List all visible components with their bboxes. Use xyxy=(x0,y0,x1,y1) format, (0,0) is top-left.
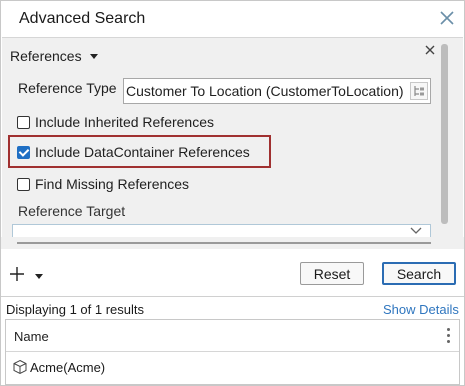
grid-header: Name xyxy=(6,320,459,352)
table-row[interactable]: Acme (Acme) xyxy=(6,356,459,378)
include-datacontainer-label: Include DataContainer References xyxy=(35,144,250,160)
row-name: Acme xyxy=(30,359,64,375)
include-inherited-option[interactable]: Include Inherited References xyxy=(17,114,214,130)
close-icon[interactable] xyxy=(422,43,438,59)
references-section-toggle[interactable]: References xyxy=(10,48,98,64)
advanced-search-dialog: Advanced Search References Reference Typ… xyxy=(0,0,465,386)
results-grid: Name Acme (Acme) xyxy=(5,319,460,385)
title-bar: Advanced Search xyxy=(1,1,464,37)
horizontal-scrollbar[interactable] xyxy=(17,242,431,244)
search-button[interactable]: Search xyxy=(382,262,456,285)
reset-button[interactable]: Reset xyxy=(300,262,364,285)
reference-type-value: Customer To Location (CustomerToLocation… xyxy=(126,83,404,99)
include-datacontainer-option[interactable]: Include DataContainer References xyxy=(17,144,250,160)
column-menu-icon[interactable] xyxy=(447,328,451,344)
include-inherited-checkbox[interactable] xyxy=(17,115,30,129)
row-detail: (Acme) xyxy=(63,359,106,375)
include-inherited-label: Include Inherited References xyxy=(35,114,214,130)
reference-type-field[interactable]: Customer To Location (CustomerToLocation… xyxy=(123,78,431,104)
caret-down-icon xyxy=(89,53,98,59)
add-menu-caret-icon[interactable] xyxy=(35,274,43,279)
find-missing-option[interactable]: Find Missing References xyxy=(17,176,189,192)
close-icon[interactable] xyxy=(437,9,457,29)
results-summary: Displaying 1 of 1 results xyxy=(6,302,145,317)
references-panel: References Reference Type Customer To Lo… xyxy=(2,37,463,249)
tree-picker-icon[interactable] xyxy=(410,82,428,100)
reference-type-label: Reference Type xyxy=(18,80,117,96)
reference-target-label: Reference Target xyxy=(18,203,126,219)
vertical-scrollbar[interactable] xyxy=(440,38,450,249)
cube-icon xyxy=(13,359,27,375)
find-missing-checkbox[interactable] xyxy=(17,177,30,191)
checkbox-checked-icon[interactable] xyxy=(17,145,30,159)
section-title: References xyxy=(10,48,82,64)
find-missing-label: Find Missing References xyxy=(35,176,190,192)
scrollbar-thumb[interactable] xyxy=(441,44,448,224)
dialog-title: Advanced Search xyxy=(19,10,146,27)
column-header-name[interactable]: Name xyxy=(14,329,49,344)
add-icon[interactable] xyxy=(9,266,25,286)
show-details-link[interactable]: Show Details xyxy=(383,302,459,317)
divider xyxy=(1,296,464,297)
